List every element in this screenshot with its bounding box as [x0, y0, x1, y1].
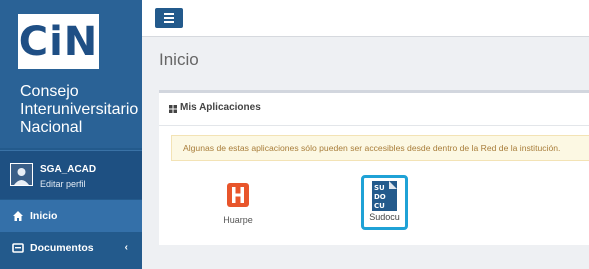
home-icon [13, 211, 23, 221]
user-panel: SGA_ACAD Editar perfil [0, 150, 142, 199]
app-huarpe[interactable]: Huarpe [209, 181, 267, 239]
hamburger-icon [164, 13, 174, 15]
svg-text:SU: SU [374, 184, 385, 192]
top-bar [142, 0, 589, 37]
folder-icon [12, 243, 24, 253]
app-label-sudocu: Sudocu [369, 212, 400, 222]
edit-profile-link[interactable]: Editar perfil [40, 179, 86, 189]
chevron-left-icon[interactable]: ‹ [125, 242, 128, 253]
user-avatar-icon [11, 164, 32, 185]
panel-header: Mis Aplicaciones [159, 93, 589, 126]
org-line-1: Consejo [20, 83, 79, 100]
brand-area: CiN Consejo Interuniversitario Nacional [0, 0, 142, 148]
user-name: SGA_ACAD [40, 164, 97, 175]
app-label-huarpe: Huarpe [223, 215, 253, 225]
app-sudocu[interactable]: SU DO CU Sudocu [361, 175, 408, 230]
sudocu-logo-icon: SU DO CU [372, 181, 397, 211]
hamburger-icon-line [164, 17, 174, 19]
apps-panel: Mis Aplicaciones Algunas de estas aplica… [159, 90, 589, 245]
nav-label-inicio: Inicio [30, 210, 58, 222]
svg-text:DO: DO [374, 193, 386, 201]
panel-title: Mis Aplicaciones [180, 102, 261, 113]
org-line-2: Interuniversitario [20, 101, 139, 118]
menu-toggle-button[interactable] [155, 8, 183, 28]
network-alert: Algunas de estas aplicaciones sólo puede… [171, 135, 589, 161]
grid-icon [169, 105, 177, 113]
nav-item-inicio[interactable]: Inicio [0, 200, 142, 232]
nav-item-documentos[interactable]: Documentos ‹ [0, 232, 142, 264]
sidebar: CiN Consejo Interuniversitario Nacional … [0, 0, 142, 269]
nav-label-documentos: Documentos [30, 242, 94, 254]
hamburger-icon-line [164, 21, 174, 23]
cin-logo[interactable]: CiN [18, 14, 99, 69]
avatar[interactable] [10, 163, 33, 186]
logo-text: CiN [18, 18, 99, 65]
org-name: Consejo Interuniversitario Nacional [20, 83, 140, 137]
page-title: Inicio [159, 50, 199, 69]
huarpe-logo-icon [227, 183, 249, 207]
org-line-3: Nacional [20, 119, 83, 136]
svg-text:CU: CU [374, 202, 385, 210]
